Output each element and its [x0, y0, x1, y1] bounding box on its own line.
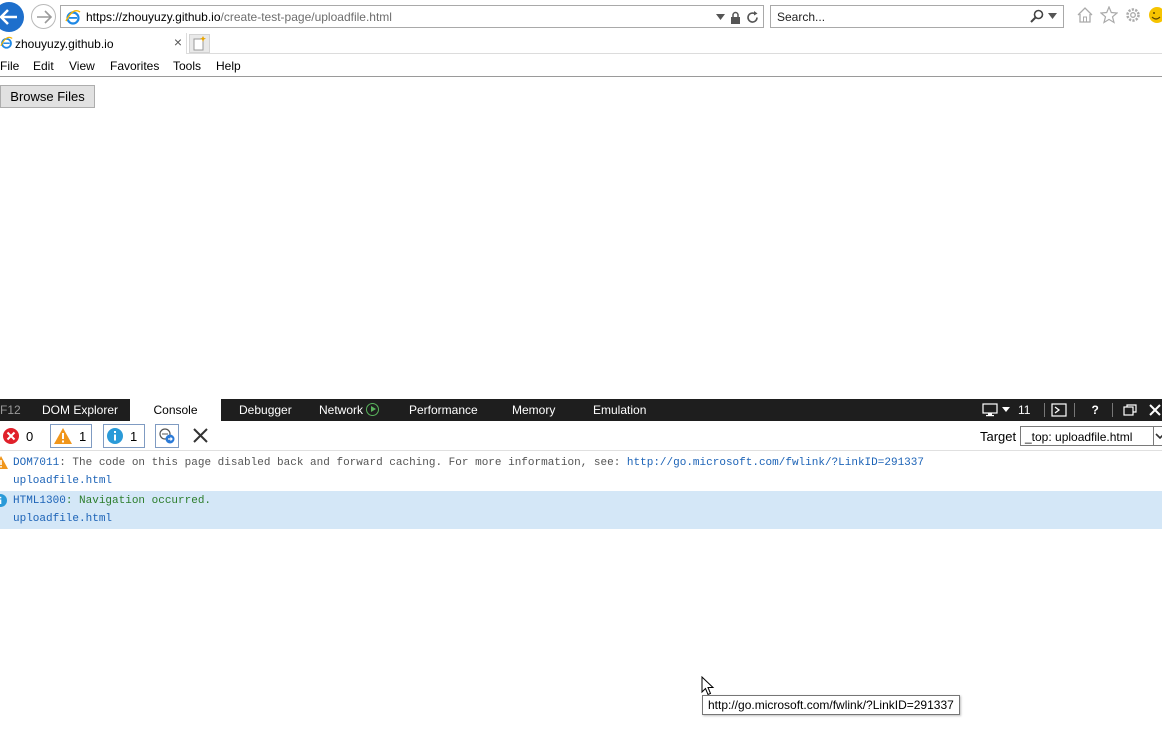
undock-icon[interactable]: [1123, 404, 1137, 416]
close-devtools-icon[interactable]: [1149, 404, 1161, 416]
message-link[interactable]: http://go.microsoft.com/fwlink/?LinkID=2…: [627, 457, 924, 469]
info-count: 1: [130, 428, 138, 444]
info-message-icon: [0, 494, 7, 507]
message-text: : Navigation occurred.: [65, 495, 212, 507]
back-button[interactable]: [0, 2, 24, 32]
home-icon[interactable]: [1076, 6, 1094, 24]
f12-label: F12: [0, 403, 21, 417]
search-tools: [1030, 9, 1057, 23]
message-source-link[interactable]: uploadfile.html: [13, 513, 112, 525]
error-count: 0: [26, 428, 34, 444]
smiley-feedback-icon[interactable]: [1148, 6, 1162, 24]
search-input[interactable]: [777, 9, 1017, 24]
warning-message-icon: [0, 456, 8, 469]
page-content: Browse Files: [0, 77, 1162, 399]
address-tools: [716, 9, 759, 25]
dropdown-arrow-icon[interactable]: [716, 14, 725, 20]
monitor-icon[interactable]: [982, 403, 1000, 417]
clear-on-navigate-icon: [159, 428, 175, 444]
console-message-source-row: uploadfile.html: [0, 510, 1162, 529]
warning-filter-button[interactable]: 1: [50, 424, 92, 448]
refresh-icon[interactable]: [746, 10, 759, 24]
clear-console-icon[interactable]: [193, 428, 208, 443]
browse-files-button[interactable]: Browse Files: [0, 85, 95, 108]
warning-count: 1: [79, 428, 87, 444]
tab-emulation[interactable]: Emulation: [593, 399, 646, 421]
message-line: HTML1300: Navigation occurred.: [13, 495, 211, 507]
back-arrow-icon: [0, 9, 17, 25]
console-message-source-row: uploadfile.html: [0, 472, 1162, 491]
menu-favorites[interactable]: Favorites: [110, 59, 159, 73]
menu-file[interactable]: File: [0, 59, 19, 73]
clear-on-navigate-button[interactable]: [155, 424, 179, 448]
console-message-info: HTML1300: Navigation occurred.: [0, 491, 1162, 510]
tab-network-label: Network: [319, 403, 364, 417]
tab-close-icon[interactable]: ×: [174, 35, 182, 50]
tab-row: zhouyuzy.github.io ×: [0, 33, 1162, 54]
menu-bar: File Edit View Favorites Tools Help: [0, 55, 1162, 77]
ie-logo-icon: [65, 9, 81, 25]
browser-tab[interactable]: zhouyuzy.github.io ×: [0, 33, 187, 54]
console-output: DOM7011: The code on this page disabled …: [0, 452, 1162, 744]
search-box[interactable]: [770, 5, 1064, 28]
message-source-link[interactable]: uploadfile.html: [13, 475, 112, 487]
target-label: Target: [980, 429, 1017, 444]
console-message-warning: DOM7011: The code on this page disabled …: [0, 453, 1162, 472]
tab-performance[interactable]: Performance: [409, 399, 478, 421]
help-icon[interactable]: ?: [1091, 403, 1098, 417]
console-toolbar: 0 1 1 Target _top: uploadfile.html: [0, 421, 1162, 451]
tab-debugger[interactable]: Debugger: [239, 399, 292, 421]
search-dropdown-icon[interactable]: [1048, 13, 1057, 19]
tab-memory[interactable]: Memory: [512, 399, 555, 421]
tab-title: zhouyuzy.github.io: [15, 37, 114, 51]
target-dropdown[interactable]: [1153, 427, 1162, 445]
separator: [1111, 403, 1113, 417]
menu-tools[interactable]: Tools: [173, 59, 201, 73]
new-tab-button[interactable]: [189, 34, 210, 53]
settings-gear-icon[interactable]: [1124, 6, 1142, 24]
message-code[interactable]: DOM7011: [13, 457, 59, 469]
message-line: DOM7011: The code on this page disabled …: [13, 457, 924, 469]
console-prompt-icon[interactable]: [1051, 403, 1068, 417]
warning-icon: [54, 428, 72, 444]
new-tab-icon: [193, 36, 206, 51]
url-host: https://zhouyuzy.github.io: [86, 10, 221, 24]
url-path: /create-test-page/uploadfile.html: [220, 10, 392, 24]
menu-help[interactable]: Help: [216, 59, 241, 73]
favorites-star-icon[interactable]: [1100, 6, 1118, 24]
menu-view[interactable]: View: [69, 59, 95, 73]
separator: [1044, 403, 1046, 417]
network-record-icon[interactable]: [366, 403, 380, 416]
ie-tab-icon: [0, 36, 13, 49]
link-tooltip: http://go.microsoft.com/fwlink/?LinkID=2…: [702, 695, 960, 715]
target-value: _top: uploadfile.html: [1025, 430, 1133, 444]
message-text: : The code on this page disabled back an…: [59, 457, 627, 469]
separator: [1074, 403, 1076, 417]
info-filter-button[interactable]: 1: [103, 424, 145, 448]
document-mode-dropdown-icon[interactable]: [1002, 407, 1010, 413]
devtools-right-controls: 11 ?: [982, 399, 1161, 421]
navigation-bar: https://zhouyuzy.github.io/create-test-p…: [0, 0, 1162, 33]
search-icon[interactable]: [1030, 9, 1044, 23]
chevron-down-icon: [1155, 433, 1162, 440]
document-mode-value[interactable]: 11: [1018, 403, 1030, 417]
tab-network[interactable]: Network: [319, 399, 380, 421]
info-icon: [107, 428, 123, 444]
url-text[interactable]: https://zhouyuzy.github.io/create-test-p…: [86, 10, 392, 24]
error-icon: [3, 428, 19, 444]
toolbar-icons: [1076, 6, 1162, 24]
message-code[interactable]: HTML1300: [13, 495, 66, 507]
lock-icon[interactable]: [730, 11, 741, 24]
error-filter-button[interactable]: 0: [0, 424, 40, 448]
mouse-cursor-icon: [701, 676, 715, 696]
forward-button[interactable]: [31, 4, 56, 29]
forward-arrow-icon: [37, 10, 52, 24]
devtools-tab-bar: F12 DOM Explorer Console Debugger Networ…: [0, 399, 1162, 421]
menu-edit[interactable]: Edit: [33, 59, 54, 73]
tab-dom-explorer[interactable]: DOM Explorer: [42, 399, 118, 421]
target-select[interactable]: _top: uploadfile.html: [1020, 426, 1162, 446]
address-bar[interactable]: https://zhouyuzy.github.io/create-test-p…: [60, 5, 764, 28]
tab-console[interactable]: Console: [130, 399, 221, 421]
